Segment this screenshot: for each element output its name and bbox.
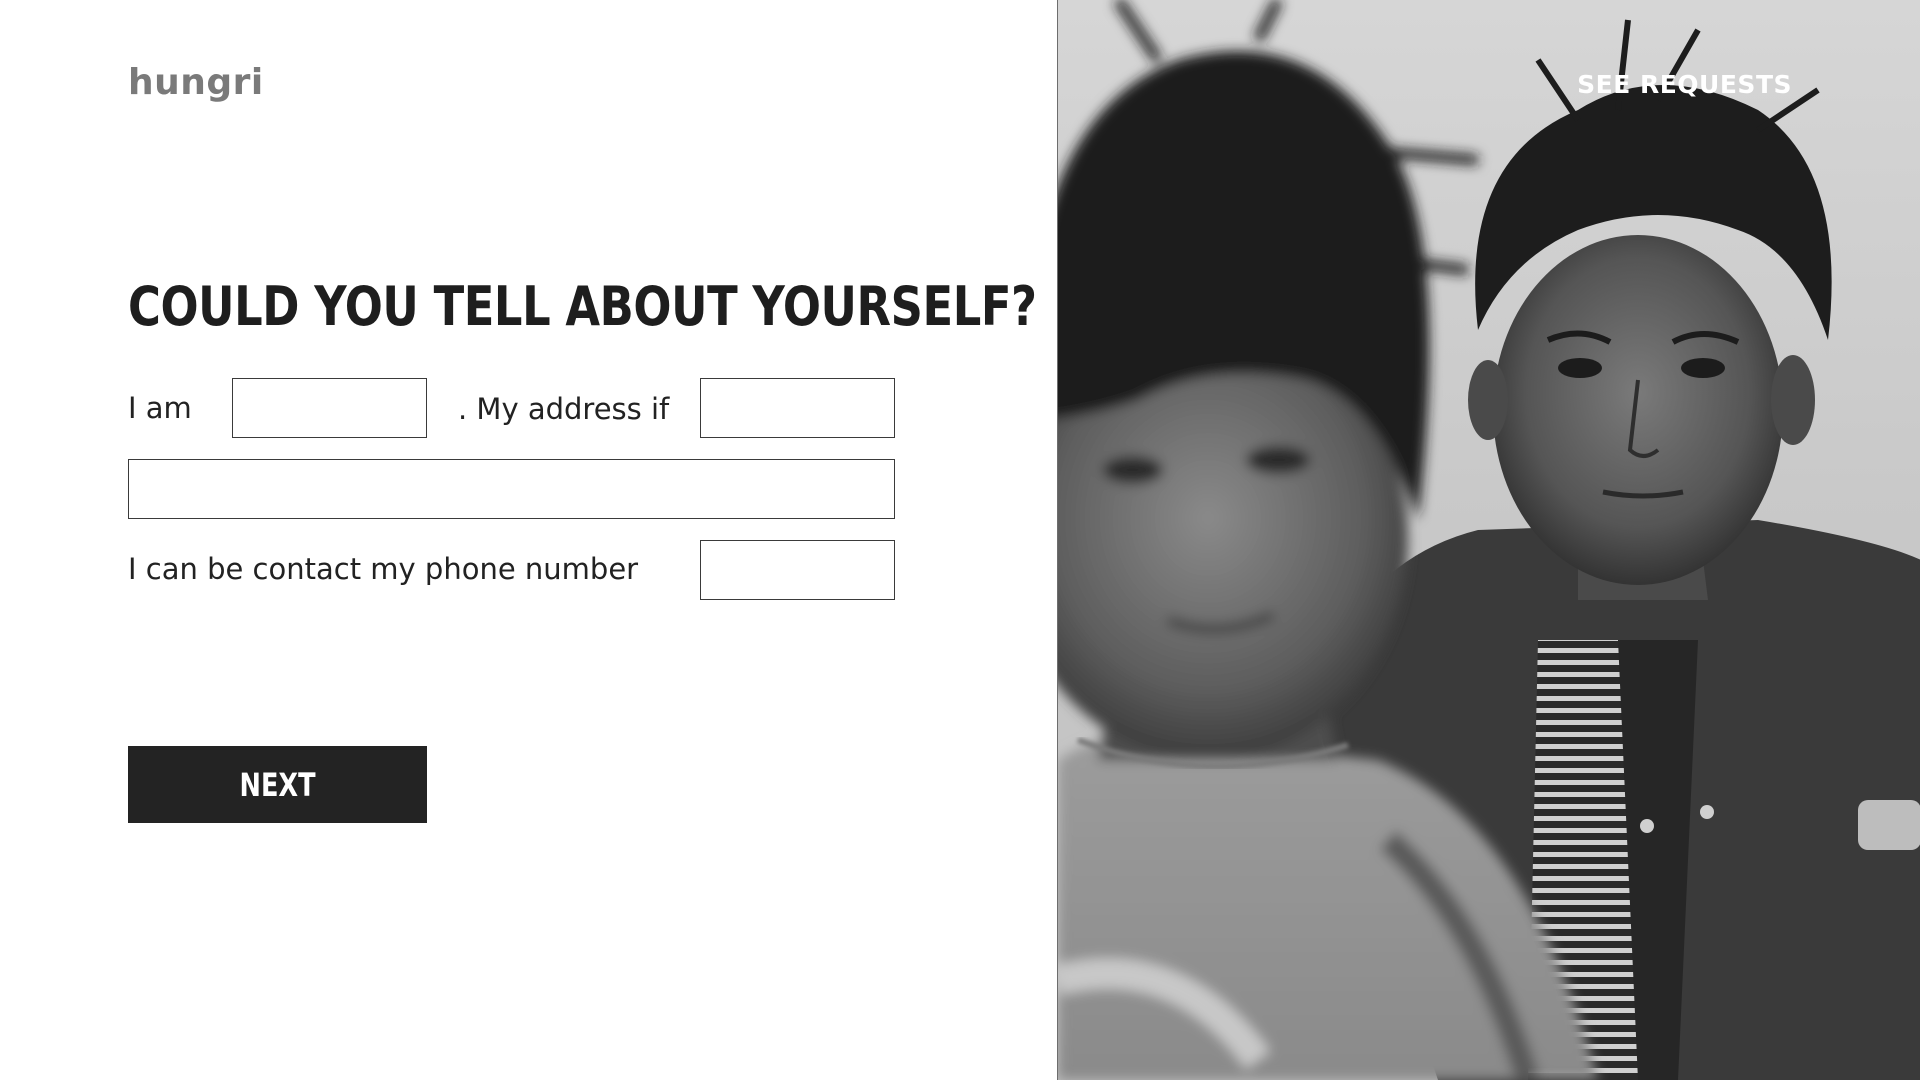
see-requests-link[interactable]: SEE REQUESTS: [1577, 70, 1792, 99]
address-field-full[interactable]: [128, 459, 895, 519]
brand-logo[interactable]: hungri: [128, 62, 264, 103]
hero-photo: SEE REQUESTS: [1057, 0, 1920, 1080]
children-photo-illustration: [1058, 0, 1920, 1080]
page-title: COULD YOU TELL ABOUT YOURSELF?: [128, 275, 1037, 338]
address-field-short[interactable]: [700, 378, 895, 438]
phone-field[interactable]: [700, 540, 895, 600]
next-button[interactable]: NEXT: [128, 746, 427, 823]
form-panel: hungri COULD YOU TELL ABOUT YOURSELF? I …: [0, 0, 1057, 1080]
phone-label: I can be contact my phone number: [128, 552, 639, 586]
next-button-label: NEXT: [239, 765, 316, 804]
name-label: I am: [128, 391, 192, 425]
name-field[interactable]: [232, 378, 427, 438]
page: hungri COULD YOU TELL ABOUT YOURSELF? I …: [0, 0, 1920, 1080]
address-label: . My address if: [458, 392, 670, 426]
